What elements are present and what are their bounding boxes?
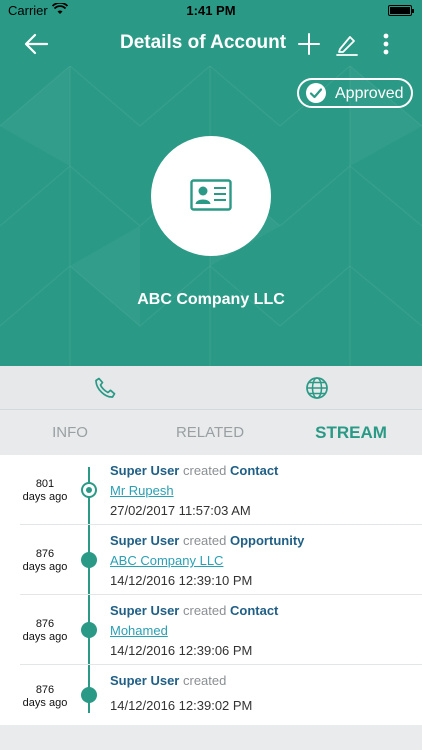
stream-record-link[interactable]: Mohamed (110, 623, 168, 638)
stream-record-type: Opportunity (230, 533, 305, 548)
account-details-screen: Carrier 1:41 PM Details of Account Appro… (0, 0, 422, 750)
contact-card-icon (190, 179, 232, 211)
stream-verb: created (183, 463, 227, 478)
stream-item: 876 days ago Super User created Contact … (0, 595, 422, 665)
timeline-node (81, 552, 97, 568)
days-count: 876 (35, 618, 55, 630)
globe-icon[interactable] (305, 376, 329, 400)
timeline-node (81, 622, 97, 638)
stream-timestamp: 14/12/2016 12:39:10 PM (110, 573, 253, 588)
stream-user[interactable]: Super User (110, 603, 179, 618)
page-title: Details of Account (120, 32, 287, 53)
stream-timestamp: 14/12/2016 12:39:02 PM (110, 698, 253, 713)
stream-verb: created (183, 673, 227, 688)
tab-bar: INFO RELATED STREAM (0, 411, 422, 455)
stream-user[interactable]: Super User (110, 673, 179, 688)
stream-verb: created (183, 533, 227, 548)
stream-record-link[interactable]: ABC Company LLC (110, 553, 223, 568)
days-count: 801 (35, 478, 55, 490)
phone-icon[interactable] (93, 376, 117, 400)
company-name: ABC Company LLC (137, 291, 285, 308)
days-ago-label: days ago (22, 631, 68, 643)
more-vertical-icon[interactable] (371, 29, 401, 59)
stream-verb: created (183, 603, 227, 618)
stream-user[interactable]: Super User (110, 463, 179, 478)
days-ago-label: days ago (22, 491, 68, 503)
account-header: Approved ABC Company LLC (0, 66, 422, 366)
days-count: 876 (35, 684, 55, 696)
approved-status-label: Approved (335, 85, 404, 102)
approved-status-badge: Approved (297, 78, 413, 108)
stream-timestamp: 14/12/2016 12:39:06 PM (110, 643, 253, 658)
check-icon (306, 83, 326, 103)
back-arrow-icon[interactable] (22, 29, 52, 59)
plus-icon[interactable] (294, 29, 324, 59)
account-avatar (151, 136, 271, 256)
edit-icon[interactable] (332, 29, 362, 59)
stream-item: 876 days ago Super User created 14/12/20… (0, 665, 422, 725)
stream-record-type: Contact (230, 603, 279, 618)
stream-record-type: Contact (230, 463, 279, 478)
status-bar: Carrier 1:41 PM (0, 0, 422, 22)
stream-record-link[interactable]: Mr Rupesh (110, 483, 174, 498)
activity-stream: 801 days ago Super User created Contact … (0, 455, 422, 725)
battery-icon (388, 5, 414, 16)
timeline-current-node (81, 482, 97, 498)
days-ago-label: days ago (22, 561, 68, 573)
tab-related[interactable]: RELATED (140, 411, 280, 455)
stream-item: 876 days ago Super User created Opportun… (0, 525, 422, 595)
days-count: 876 (35, 548, 55, 560)
bottom-spacer (0, 725, 422, 750)
tab-info[interactable]: INFO (0, 411, 140, 455)
quick-actions-bar (0, 366, 422, 410)
clock: 1:41 PM (186, 3, 236, 18)
stream-user[interactable]: Super User (110, 533, 179, 548)
days-ago-label: days ago (22, 697, 68, 709)
navigation-bar: Details of Account (0, 22, 422, 66)
tab-stream[interactable]: STREAM (281, 411, 421, 455)
timeline-node (81, 687, 97, 703)
stream-timestamp: 27/02/2017 11:57:03 AM (110, 503, 251, 518)
stream-item: 801 days ago Super User created Contact … (0, 455, 422, 525)
